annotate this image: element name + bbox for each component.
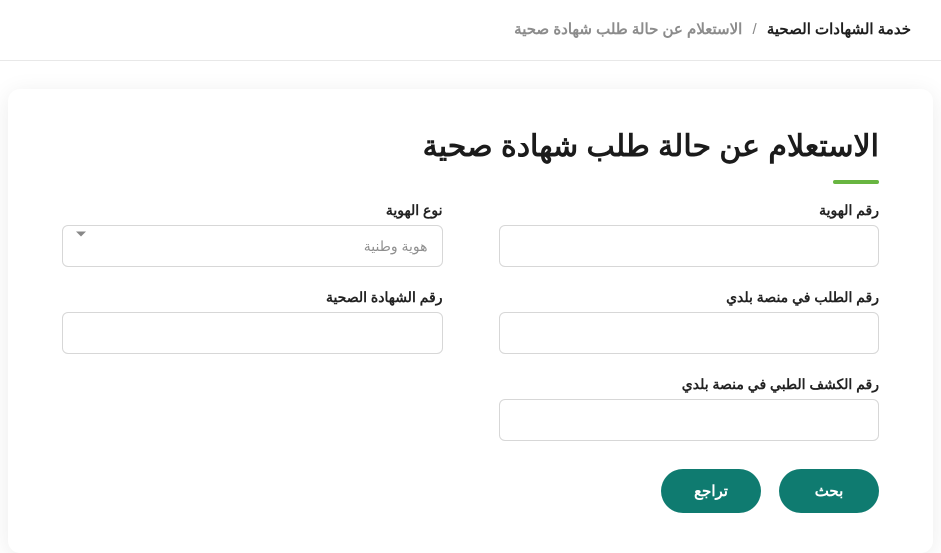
field-id-type: نوع الهوية هوية وطنية	[62, 202, 443, 267]
breadcrumb-separator: /	[753, 21, 757, 38]
form-card: الاستعلام عن حالة طلب شهادة صحية رقم اله…	[8, 89, 933, 553]
breadcrumb: خدمة الشهادات الصحية / الاستعلام عن حالة…	[0, 0, 941, 61]
field-med-exam: رقم الكشف الطبي في منصة بلدي	[499, 376, 880, 441]
breadcrumb-current: الاستعلام عن حالة طلب شهادة صحية	[514, 21, 742, 38]
field-cert-number: رقم الشهادة الصحية	[62, 289, 443, 354]
title-accent	[833, 180, 879, 184]
input-id-number[interactable]	[499, 225, 880, 267]
select-id-type[interactable]: هوية وطنية	[62, 225, 443, 267]
search-button[interactable]: بحث	[779, 469, 879, 513]
input-cert-number[interactable]	[62, 312, 443, 354]
breadcrumb-root[interactable]: خدمة الشهادات الصحية	[767, 21, 911, 38]
label-id-number: رقم الهوية	[499, 202, 880, 219]
label-med-exam: رقم الكشف الطبي في منصة بلدي	[499, 376, 880, 393]
label-id-type: نوع الهوية	[62, 202, 443, 219]
input-med-exam[interactable]	[499, 399, 880, 441]
form-grid: رقم الهوية نوع الهوية هوية وطنية رقم الط…	[62, 202, 879, 441]
chevron-down-icon	[76, 232, 86, 237]
label-cert-number: رقم الشهادة الصحية	[62, 289, 443, 306]
input-balady-request[interactable]	[499, 312, 880, 354]
select-id-type-value: هوية وطنية	[364, 225, 428, 267]
reset-button[interactable]: تراجع	[661, 469, 761, 513]
page-title: الاستعلام عن حالة طلب شهادة صحية	[62, 127, 879, 168]
field-balady-request: رقم الطلب في منصة بلدي	[499, 289, 880, 354]
empty-cell	[62, 376, 443, 441]
action-bar: بحث تراجع	[62, 469, 879, 513]
label-balady-request: رقم الطلب في منصة بلدي	[499, 289, 880, 306]
field-id-number: رقم الهوية	[499, 202, 880, 267]
